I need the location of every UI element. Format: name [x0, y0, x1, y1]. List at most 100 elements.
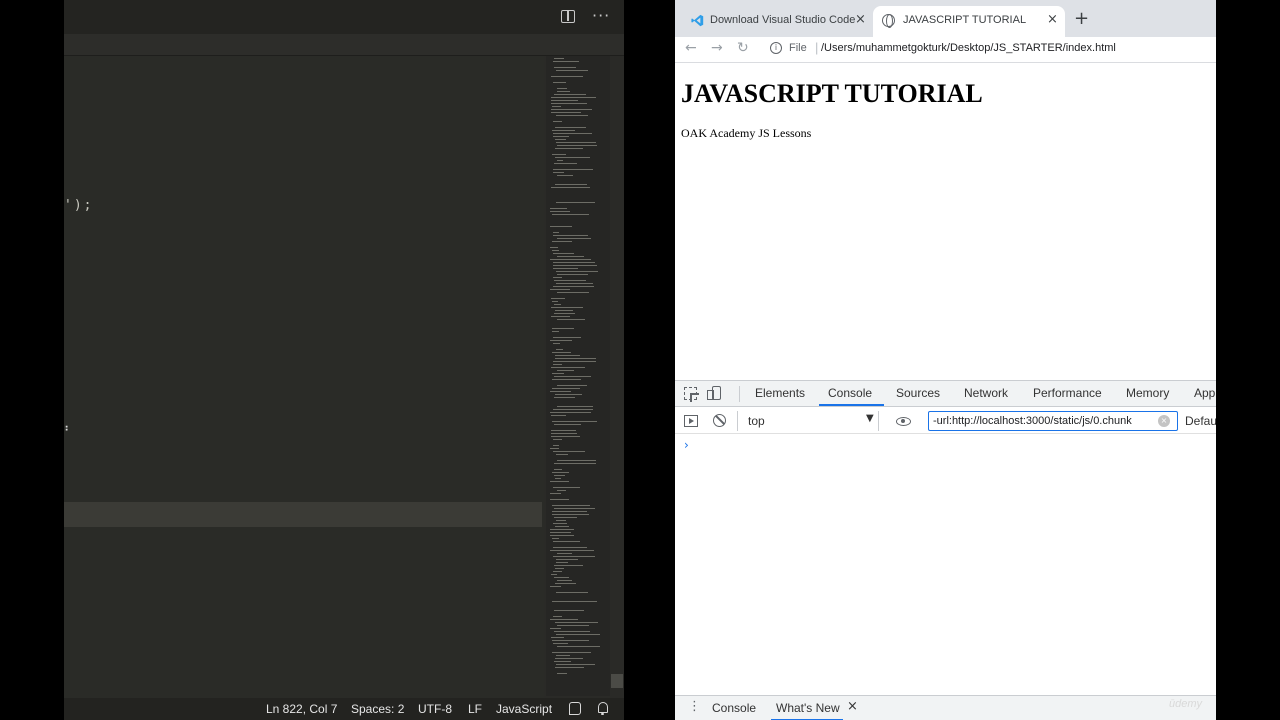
tab-javascript-tutorial[interactable]: JAVASCRIPT TUTORIAL ×: [873, 6, 1065, 37]
tab-close-icon[interactable]: ×: [855, 12, 866, 27]
minimap-line: [557, 91, 570, 92]
minimap-line: [552, 640, 589, 641]
device-toolbar-icon[interactable]: [707, 386, 721, 400]
minimap-line: [555, 148, 583, 149]
site-info-icon[interactable]: i: [770, 42, 782, 54]
tab-application[interactable]: App: [1194, 386, 1215, 400]
minimap-line: [553, 643, 568, 644]
minimap-line: [552, 514, 589, 515]
show-sidebar-icon[interactable]: [684, 415, 698, 427]
minimap-line: [553, 82, 566, 83]
devtools-tab-bar: Elements Console Sources Network Perform…: [675, 381, 1216, 407]
drawer-tab-whats-new[interactable]: What's New: [776, 701, 840, 715]
tab-download-vscode[interactable]: Download Visual Studio Code ×: [683, 6, 873, 37]
udemy-watermark: ūdemy: [1169, 698, 1203, 710]
minimap-line: [554, 67, 576, 68]
minimap-line: [551, 97, 596, 98]
minimap-line: [553, 439, 562, 440]
page-heading: JAVASCRIPT TUTORIAL: [681, 79, 983, 108]
minimap-line: [550, 208, 567, 209]
minimap-line: [556, 115, 588, 116]
status-indentation[interactable]: Spaces: 2: [351, 702, 404, 716]
minimap-line: [554, 280, 586, 281]
minimap-line: [552, 130, 575, 131]
minimap-line: [553, 172, 564, 173]
tab-performance[interactable]: Performance: [1033, 386, 1102, 400]
minimap-line: [553, 571, 562, 572]
minimap-line: [554, 469, 562, 470]
drawer-tab-console[interactable]: Console: [712, 701, 756, 715]
scrollbar-thumb[interactable]: [611, 674, 623, 688]
minimap-line: [555, 622, 598, 623]
tab-sources[interactable]: Sources: [896, 386, 940, 400]
drawer-menu-icon[interactable]: ⋮: [688, 699, 701, 714]
minimap-line: [554, 631, 590, 632]
status-language[interactable]: JavaScript: [496, 702, 552, 716]
live-expression-eye-icon[interactable]: [896, 417, 911, 426]
minimap-line: [555, 526, 569, 527]
minimap-line: [554, 94, 586, 95]
console-filter-input[interactable]: -url:http://localhost:3000/static/js/0.c…: [928, 411, 1178, 431]
new-tab-plus-icon[interactable]: +: [1074, 8, 1089, 29]
url-scheme-label: File: [789, 42, 807, 54]
status-eol[interactable]: LF: [468, 702, 482, 716]
minimap-line: [550, 259, 591, 260]
status-encoding[interactable]: UTF-8: [418, 702, 452, 716]
minimap-line: [554, 313, 575, 314]
current-line-highlight: [64, 502, 542, 527]
active-tab-indicator: [819, 404, 884, 406]
minimap-line: [555, 157, 590, 158]
address-bar[interactable]: /Users/muhammetgokturk/Desktop/JS_STARTE…: [821, 42, 1116, 54]
minimap-line: [550, 550, 594, 551]
minimap-line: [553, 286, 594, 287]
minimap-line: [557, 88, 567, 89]
clear-filter-icon[interactable]: ×: [1158, 415, 1170, 427]
console-prompt-icon[interactable]: ›: [684, 438, 689, 452]
minimap-line: [554, 565, 583, 566]
minimap-line: [556, 283, 593, 284]
tab-network[interactable]: Network: [964, 386, 1008, 400]
minimap-line: [557, 274, 588, 275]
context-selector[interactable]: top ▼: [737, 411, 879, 431]
minimap-line: [552, 421, 597, 422]
more-actions-icon[interactable]: ···: [592, 6, 610, 25]
minimap-line: [553, 616, 562, 617]
minimap-line: [553, 169, 593, 170]
minimap-line: [550, 226, 572, 227]
minimap-line: [557, 460, 596, 461]
minimap-line: [551, 436, 580, 437]
minimap-line: [550, 535, 574, 536]
minimap-line: [555, 355, 580, 356]
minimap-line: [557, 292, 589, 293]
split-editor-icon[interactable]: [561, 10, 575, 23]
log-levels-dropdown[interactable]: Default: [1185, 414, 1216, 428]
tab-memory[interactable]: Memory: [1126, 386, 1169, 400]
minimap-line: [554, 610, 584, 611]
code-editor[interactable]: '); ⠃: [64, 56, 544, 698]
minimap-line: [553, 235, 588, 236]
minimap-line: [550, 340, 572, 341]
editor-scrollbar[interactable]: [610, 56, 624, 696]
clear-console-icon[interactable]: [713, 414, 726, 427]
notifications-bell-icon[interactable]: [598, 702, 608, 715]
minimap-line: [556, 592, 588, 593]
status-cursor-position[interactable]: Ln 822, Col 7: [266, 702, 337, 716]
reload-icon[interactable]: ↻: [737, 40, 749, 56]
minimap-line: [550, 448, 559, 449]
minimap-line: [553, 523, 567, 524]
tab-elements[interactable]: Elements: [755, 386, 805, 400]
tab-close-icon[interactable]: ×: [1047, 12, 1058, 27]
minimap-line: [553, 61, 579, 62]
minimap-line: [551, 637, 564, 638]
inspect-element-icon[interactable]: [684, 387, 699, 402]
feedback-icon[interactable]: [569, 702, 581, 715]
minimap-line: [555, 139, 566, 140]
minimap[interactable]: [546, 56, 610, 696]
tab-console[interactable]: Console: [828, 386, 872, 400]
minimap-line: [552, 601, 597, 602]
close-drawer-tab-icon[interactable]: ×: [847, 699, 858, 714]
back-arrow-icon[interactable]: ←: [685, 40, 697, 56]
minimap-line: [555, 394, 582, 395]
minimap-line: [557, 160, 563, 161]
forward-arrow-icon[interactable]: →: [711, 40, 723, 56]
